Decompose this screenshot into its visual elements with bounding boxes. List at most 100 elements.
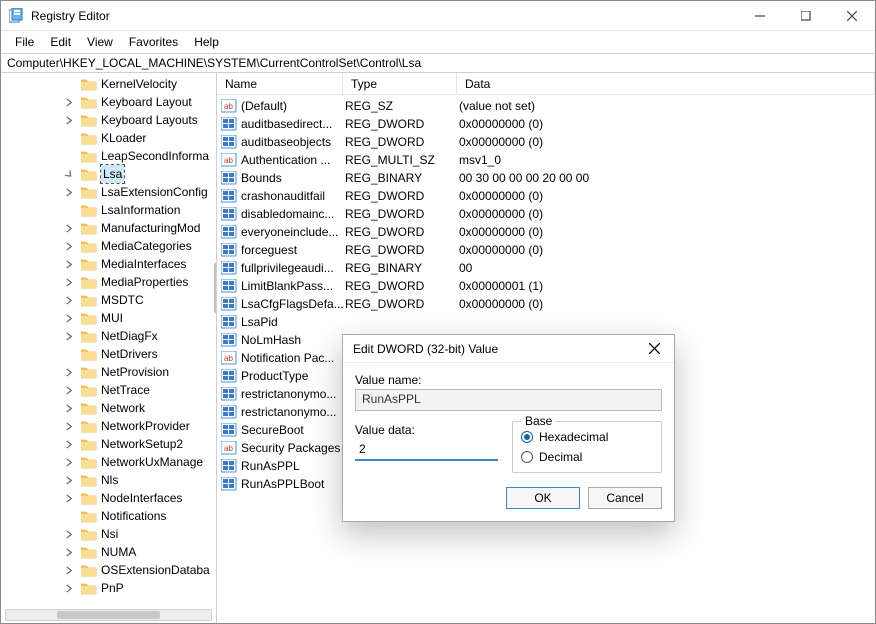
value-name: restrictanonymo... [241, 387, 336, 401]
maximize-button[interactable] [783, 1, 829, 31]
value-data-field[interactable] [355, 439, 498, 461]
menu-help[interactable]: Help [186, 33, 227, 51]
tree-item[interactable]: Keyboard Layouts [1, 111, 216, 129]
value-row[interactable]: LimitBlankPass...REG_DWORD0x00000001 (1) [217, 277, 875, 295]
tree-item[interactable]: Lsa [1, 165, 216, 183]
expand-chevron-icon[interactable] [63, 476, 75, 485]
expand-chevron-icon[interactable] [63, 332, 75, 341]
address-bar[interactable]: Computer\HKEY_LOCAL_MACHINE\SYSTEM\Curre… [1, 53, 875, 73]
tree-item[interactable]: LsaInformation [1, 201, 216, 219]
value-name-field: RunAsPPL [355, 389, 662, 411]
tree-item[interactable]: Notifications [1, 507, 216, 525]
ok-button[interactable]: OK [506, 487, 580, 509]
column-data[interactable]: Data [457, 73, 875, 94]
expand-chevron-icon[interactable] [63, 584, 75, 593]
tree-item[interactable]: Nsi [1, 525, 216, 543]
value-row[interactable]: forceguestREG_DWORD0x00000000 (0) [217, 241, 875, 259]
tree-item[interactable]: LeapSecondInforma [1, 147, 216, 165]
cancel-button[interactable]: Cancel [588, 487, 662, 509]
string-value-icon [221, 99, 237, 113]
value-row[interactable]: Authentication ...REG_MULTI_SZmsv1_0 [217, 151, 875, 169]
menu-favorites[interactable]: Favorites [121, 33, 186, 51]
dialog-close-button[interactable] [634, 335, 674, 363]
tree-item[interactable]: LsaExtensionConfig [1, 183, 216, 201]
value-name: (Default) [241, 99, 287, 113]
expand-chevron-icon[interactable] [63, 260, 75, 269]
close-button[interactable] [829, 1, 875, 31]
tree-item[interactable]: Nls [1, 471, 216, 489]
tree-item[interactable]: NetDiagFx [1, 327, 216, 345]
value-name: Notification Pac... [241, 351, 334, 365]
tree-item[interactable]: NetDrivers [1, 345, 216, 363]
tree-item[interactable]: NetworkUxManage [1, 453, 216, 471]
expand-chevron-icon[interactable] [63, 242, 75, 251]
value-row[interactable]: disabledomainc...REG_DWORD0x00000000 (0) [217, 205, 875, 223]
expand-chevron-icon[interactable] [63, 188, 75, 197]
expand-chevron-icon[interactable] [63, 170, 75, 179]
tree-item[interactable]: OSExtensionDataba [1, 561, 216, 579]
tree-item-label: NetProvision [101, 363, 169, 381]
folder-icon [81, 167, 97, 181]
value-row[interactable]: LsaPid [217, 313, 875, 331]
expand-chevron-icon[interactable] [63, 116, 75, 125]
column-type[interactable]: Type [343, 73, 457, 94]
expand-chevron-icon[interactable] [63, 314, 75, 323]
tree-item-label: NetTrace [101, 381, 150, 399]
expand-chevron-icon[interactable] [63, 296, 75, 305]
value-row[interactable]: auditbasedirect...REG_DWORD0x00000000 (0… [217, 115, 875, 133]
tree-item-label: ManufacturingMod [101, 219, 200, 237]
tree-item[interactable]: NUMA [1, 543, 216, 561]
value-name: restrictanonymo... [241, 405, 336, 419]
tree-item[interactable]: Keyboard Layout [1, 93, 216, 111]
tree-item-label: MSDTC [101, 291, 144, 309]
scrollbar-thumb[interactable] [57, 611, 160, 619]
expand-chevron-icon[interactable] [63, 386, 75, 395]
radio-decimal[interactable]: Decimal [521, 450, 653, 464]
tree-item[interactable]: NetworkSetup2 [1, 435, 216, 453]
menu-file[interactable]: File [7, 33, 42, 51]
tree-item[interactable]: NetTrace [1, 381, 216, 399]
tree-item[interactable]: Network [1, 399, 216, 417]
value-row[interactable]: LsaCfgFlagsDefa...REG_DWORD0x00000000 (0… [217, 295, 875, 313]
value-row[interactable]: BoundsREG_BINARY00 30 00 00 00 20 00 00 [217, 169, 875, 187]
menu-edit[interactable]: Edit [42, 33, 79, 51]
tree-item[interactable]: ManufacturingMod [1, 219, 216, 237]
tree-item[interactable]: MediaInterfaces [1, 255, 216, 273]
tree-item[interactable]: MediaCategories [1, 237, 216, 255]
expand-chevron-icon[interactable] [63, 278, 75, 287]
expand-chevron-icon[interactable] [63, 494, 75, 503]
expand-chevron-icon[interactable] [63, 422, 75, 431]
tree-item[interactable]: NetworkProvider [1, 417, 216, 435]
tree-item[interactable]: MediaProperties [1, 273, 216, 291]
tree-horizontal-scrollbar[interactable] [5, 609, 212, 621]
menu-view[interactable]: View [79, 33, 121, 51]
column-name[interactable]: Name [217, 73, 343, 94]
tree-item[interactable]: KLoader [1, 129, 216, 147]
tree-item[interactable]: NodeInterfaces [1, 489, 216, 507]
value-row[interactable]: crashonauditfailREG_DWORD0x00000000 (0) [217, 187, 875, 205]
tree-item[interactable]: KernelVelocity [1, 75, 216, 93]
expand-chevron-icon[interactable] [63, 530, 75, 539]
expand-chevron-icon[interactable] [63, 368, 75, 377]
tree-item-label: KernelVelocity [101, 75, 177, 93]
expand-chevron-icon[interactable] [63, 224, 75, 233]
radio-hexadecimal[interactable]: Hexadecimal [521, 430, 653, 444]
value-row[interactable]: (Default)REG_SZ(value not set) [217, 97, 875, 115]
expand-chevron-icon[interactable] [63, 404, 75, 413]
expand-chevron-icon[interactable] [63, 440, 75, 449]
folder-icon [81, 257, 97, 271]
expand-chevron-icon[interactable] [63, 98, 75, 107]
expand-chevron-icon[interactable] [63, 548, 75, 557]
expand-chevron-icon[interactable] [63, 458, 75, 467]
tree-item[interactable]: NetProvision [1, 363, 216, 381]
minimize-button[interactable] [737, 1, 783, 31]
tree-item[interactable]: PnP [1, 579, 216, 597]
value-row[interactable]: everyoneinclude...REG_DWORD0x00000000 (0… [217, 223, 875, 241]
tree-item[interactable]: MSDTC [1, 291, 216, 309]
value-name: LsaPid [241, 315, 278, 329]
value-row[interactable]: auditbaseobjectsREG_DWORD0x00000000 (0) [217, 133, 875, 151]
value-row[interactable]: fullprivilegeaudi...REG_BINARY00 [217, 259, 875, 277]
tree-item-label: LeapSecondInforma [101, 147, 209, 165]
tree-item[interactable]: MUI [1, 309, 216, 327]
expand-chevron-icon[interactable] [63, 566, 75, 575]
